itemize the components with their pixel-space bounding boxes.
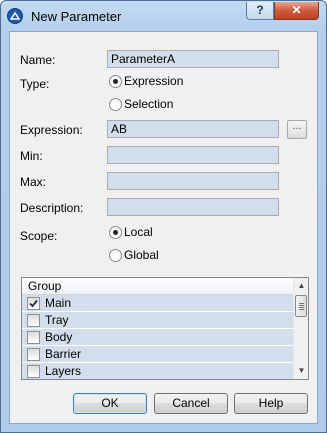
type-label: Type: [20,77,50,91]
min-field[interactable] [107,146,279,164]
title-bar[interactable]: New Parameter ? ✕ [1,1,326,31]
name-label: Name: [20,53,56,67]
dialog-body: Name: ParameterA Type: Expression Select… [9,31,318,424]
type-expression-label[interactable]: Expression [124,74,183,88]
close-button[interactable]: ✕ [274,2,319,20]
max-field[interactable] [107,172,279,190]
window-title: New Parameter [31,9,122,24]
expression-field[interactable]: AB [107,120,279,138]
group-tray-checkbox[interactable] [27,314,40,327]
title-help-button[interactable]: ? [246,2,274,20]
group-row-barrier[interactable]: Barrier [22,346,293,363]
group-row-tray[interactable]: Tray [22,312,293,329]
description-field[interactable] [107,198,279,216]
scope-global-label[interactable]: Global [124,248,159,262]
group-main-checkbox[interactable] [27,297,40,310]
group-barrier-checkbox[interactable] [27,348,40,361]
scope-local-radio[interactable] [109,226,122,239]
ok-button[interactable]: OK [73,393,147,414]
scope-label: Scope: [20,229,58,243]
max-label: Max: [20,175,47,189]
group-tray-label: Tray [45,313,69,327]
type-expression-radio[interactable] [109,75,122,88]
group-list-scrollbar[interactable]: ▲ ▼ [293,278,308,379]
group-barrier-label: Barrier [45,347,82,361]
expression-label: Expression: [20,123,83,137]
description-label: Description: [20,201,84,215]
group-row-main[interactable]: Main [22,295,293,312]
group-layers-label: Layers [45,364,82,378]
group-body-checkbox[interactable] [27,331,40,344]
new-parameter-dialog: New Parameter ? ✕ Name: ParameterA Type:… [0,0,327,433]
check-icon [29,299,38,308]
type-selection-radio[interactable] [109,98,122,111]
scroll-down-arrow-icon[interactable]: ▼ [294,363,308,379]
group-body-label: Body [45,330,73,344]
scroll-up-arrow-icon[interactable]: ▲ [294,278,308,294]
type-selection-label[interactable]: Selection [124,97,173,111]
scope-global-radio[interactable] [109,249,122,262]
app-icon [7,8,23,24]
group-column-header[interactable]: Group [22,278,293,295]
scope-local-label[interactable]: Local [124,225,153,239]
expression-browse-button[interactable]: ... [287,120,307,139]
group-layers-checkbox[interactable] [27,365,40,378]
help-button[interactable]: Help [234,393,308,414]
group-row-layers[interactable]: Layers [22,363,293,379]
group-row-body[interactable]: Body [22,329,293,346]
group-list[interactable]: Group Main Tray Body Barrier Layers ▲ ▼ [21,277,309,380]
min-label: Min: [20,149,43,163]
cancel-button[interactable]: Cancel [154,393,228,414]
scroll-thumb[interactable] [295,295,307,317]
group-main-label: Main [45,296,72,310]
name-field[interactable]: ParameterA [107,50,279,68]
